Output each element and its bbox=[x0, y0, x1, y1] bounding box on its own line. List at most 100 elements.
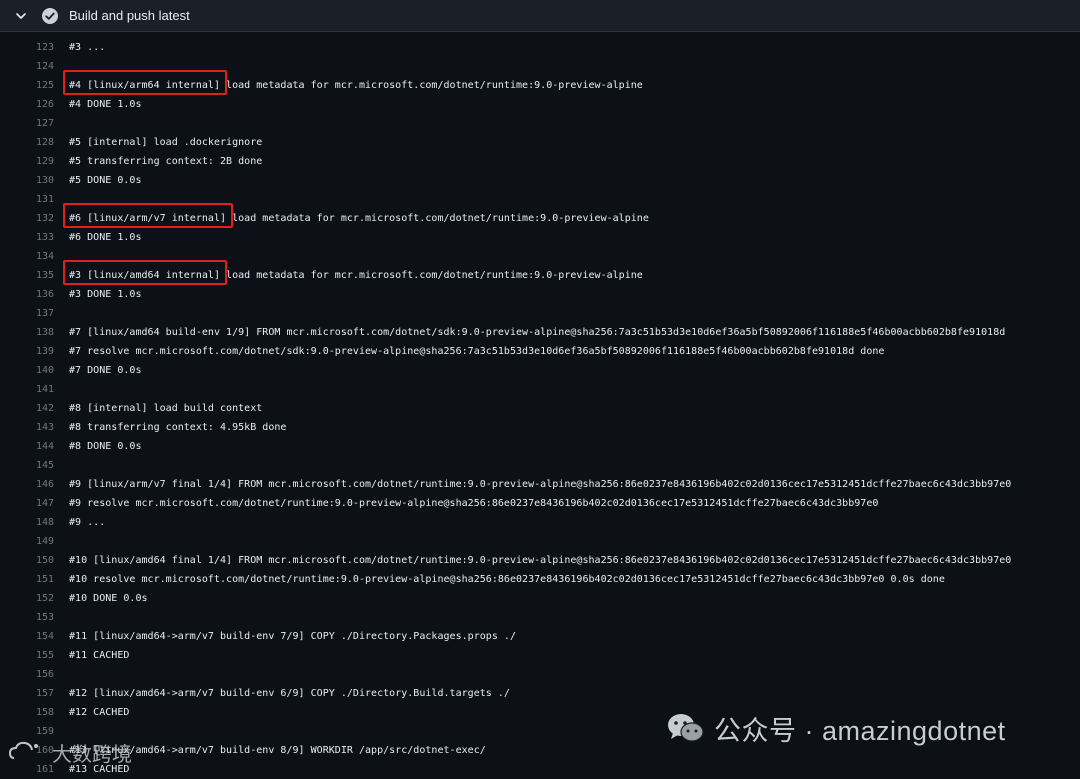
line-number: 131 bbox=[35, 194, 54, 205]
line-text: #9 resolve mcr.microsoft.com/dotnet/runt… bbox=[69, 498, 879, 509]
line-text: #7 resolve mcr.microsoft.com/dotnet/sdk:… bbox=[69, 346, 885, 357]
line-number: 142 bbox=[35, 403, 54, 414]
log-line: 149 bbox=[0, 532, 1080, 551]
line-number: 132 bbox=[35, 213, 54, 224]
line-number: 151 bbox=[35, 574, 54, 585]
line-number: 137 bbox=[35, 308, 54, 319]
log-line: 152 #10 DONE 0.0s bbox=[0, 589, 1080, 608]
line-text: #10 DONE 0.0s bbox=[69, 593, 148, 604]
log-line: 124 bbox=[0, 57, 1080, 76]
line-number: 130 bbox=[35, 175, 54, 186]
log-line: 147 #9 resolve mcr.microsoft.com/dotnet/r… bbox=[0, 494, 1080, 513]
log-line: 157 #12 [linux/amd64->arm/v7 build-env 6/… bbox=[0, 684, 1080, 703]
log-line: 142 #8 [internal] load build context bbox=[0, 399, 1080, 418]
line-number: 145 bbox=[35, 460, 54, 471]
log-line: 123 #3 ... bbox=[0, 38, 1080, 57]
line-text: #12 [linux/amd64->arm/v7 build-env 6/9] … bbox=[69, 688, 510, 699]
line-text: #4 [linux/arm64 internal] load metadata … bbox=[69, 80, 643, 91]
log-line: 138 #7 [linux/amd64 build-env 1/9] FROM m… bbox=[0, 323, 1080, 342]
line-text: #10 resolve mcr.microsoft.com/dotnet/run… bbox=[69, 574, 945, 585]
log-line: 140 #7 DONE 0.0s bbox=[0, 361, 1080, 380]
log-line: 148 #9 ... bbox=[0, 513, 1080, 532]
log-line: 141 bbox=[0, 380, 1080, 399]
log-line: 136 #3 DONE 1.0s bbox=[0, 285, 1080, 304]
line-text: #11 [linux/amd64->arm/v7 build-env 7/9] … bbox=[69, 631, 516, 642]
line-text: #5 [internal] load .dockerignore bbox=[69, 137, 263, 148]
line-text: #11 CACHED bbox=[69, 650, 130, 661]
log-line: 134 bbox=[0, 247, 1080, 266]
line-number: 129 bbox=[35, 156, 54, 167]
line-text: #3 DONE 1.0s bbox=[69, 289, 142, 300]
log-line: 151 #10 resolve mcr.microsoft.com/dotnet/… bbox=[0, 570, 1080, 589]
line-text: #5 transferring context: 2B done bbox=[69, 156, 263, 167]
watermark: 公众号 · amazingdotnet bbox=[666, 708, 1006, 748]
line-number: 148 bbox=[35, 517, 54, 528]
log-line: 128 #5 [internal] load .dockerignore bbox=[0, 133, 1080, 152]
line-number: 149 bbox=[35, 536, 54, 547]
line-number: 153 bbox=[35, 612, 54, 623]
log-line: 137 bbox=[0, 304, 1080, 323]
line-number: 154 bbox=[35, 631, 54, 642]
log-line: 127 bbox=[0, 114, 1080, 133]
line-number: 135 bbox=[35, 270, 54, 281]
line-text: #4 DONE 1.0s bbox=[69, 99, 142, 110]
cloud-logo-icon bbox=[8, 741, 38, 759]
line-number: 147 bbox=[35, 498, 54, 509]
line-number: 141 bbox=[35, 384, 54, 395]
line-number: 126 bbox=[35, 99, 54, 110]
line-text: #7 DONE 0.0s bbox=[69, 365, 142, 376]
watermark-secondary-text: 大数跨境 bbox=[52, 744, 132, 766]
log-line: 139 #7 resolve mcr.microsoft.com/dotnet/s… bbox=[0, 342, 1080, 361]
log-line: 154 #11 [linux/amd64->arm/v7 build-env 7/… bbox=[0, 627, 1080, 646]
log-line: 155 #11 CACHED bbox=[0, 646, 1080, 665]
wechat-icon bbox=[668, 714, 704, 742]
line-number: 123 bbox=[35, 42, 54, 53]
log-line: 153 bbox=[0, 608, 1080, 627]
log-line: 126 #4 DONE 1.0s bbox=[0, 95, 1080, 114]
log-line: 131 bbox=[0, 190, 1080, 209]
line-text: #9 ... bbox=[69, 517, 106, 528]
line-number: 124 bbox=[35, 61, 54, 72]
line-number: 133 bbox=[35, 232, 54, 243]
line-number: 134 bbox=[35, 251, 54, 262]
line-number: 139 bbox=[35, 346, 54, 357]
line-text: #7 [linux/amd64 build-env 1/9] FROM mcr.… bbox=[69, 327, 1006, 338]
line-text: #8 [internal] load build context bbox=[69, 403, 263, 414]
line-number: 140 bbox=[35, 365, 54, 376]
line-text: #3 [linux/amd64 internal] load metadata … bbox=[69, 270, 643, 281]
log-line: 143 #8 transferring context: 4.95kB done bbox=[0, 418, 1080, 437]
log-line: 144 #8 DONE 0.0s bbox=[0, 437, 1080, 456]
log-line: 145 bbox=[0, 456, 1080, 475]
log-line: 135 #3 [linux/amd64 internal] load metada… bbox=[0, 260, 1080, 285]
line-text: #6 DONE 1.0s bbox=[69, 232, 142, 243]
log-line: 130 #5 DONE 0.0s bbox=[0, 171, 1080, 190]
log-line: 125 #4 [linux/arm64 internal] load metada… bbox=[0, 70, 1080, 95]
line-number: 152 bbox=[35, 593, 54, 604]
line-number: 127 bbox=[35, 118, 54, 129]
log-line: 146 #9 [linux/arm/v7 final 1/4] FROM mcr.… bbox=[0, 475, 1080, 494]
line-text: #10 [linux/amd64 final 1/4] FROM mcr.mic… bbox=[69, 555, 1012, 566]
line-text: #3 ... bbox=[69, 42, 106, 53]
line-number: 144 bbox=[35, 441, 54, 452]
line-number: 128 bbox=[35, 137, 54, 148]
line-number: 146 bbox=[35, 479, 54, 490]
log-line: 129 #5 transferring context: 2B done bbox=[0, 152, 1080, 171]
watermark-text: 公众号 · amazingdotnet bbox=[714, 715, 1006, 746]
line-text: #12 CACHED bbox=[69, 707, 130, 718]
line-number: 156 bbox=[35, 669, 54, 680]
line-number: 138 bbox=[35, 327, 54, 338]
log-line: 132 #6 [linux/arm/v7 internal] load metad… bbox=[0, 203, 1080, 228]
log-line: 133 #6 DONE 1.0s bbox=[0, 228, 1080, 247]
line-text: #6 [linux/arm/v7 internal] load metadata… bbox=[69, 213, 649, 224]
log-line: 150 #10 [linux/amd64 final 1/4] FROM mcr.… bbox=[0, 551, 1080, 570]
line-text: #5 DONE 0.0s bbox=[69, 175, 142, 186]
line-number: 125 bbox=[35, 80, 54, 91]
line-number: 143 bbox=[35, 422, 54, 433]
log-output: 123 #3 ... 124 125 #4 [linux/arm64 internal]… bbox=[0, 19, 1080, 779]
line-number: 155 bbox=[35, 650, 54, 661]
line-text: #8 transferring context: 4.95kB done bbox=[69, 422, 287, 433]
log-line: 156 bbox=[0, 665, 1080, 684]
line-number: 136 bbox=[35, 289, 54, 300]
line-text: #8 DONE 0.0s bbox=[69, 441, 142, 452]
line-number: 158 bbox=[35, 707, 54, 718]
